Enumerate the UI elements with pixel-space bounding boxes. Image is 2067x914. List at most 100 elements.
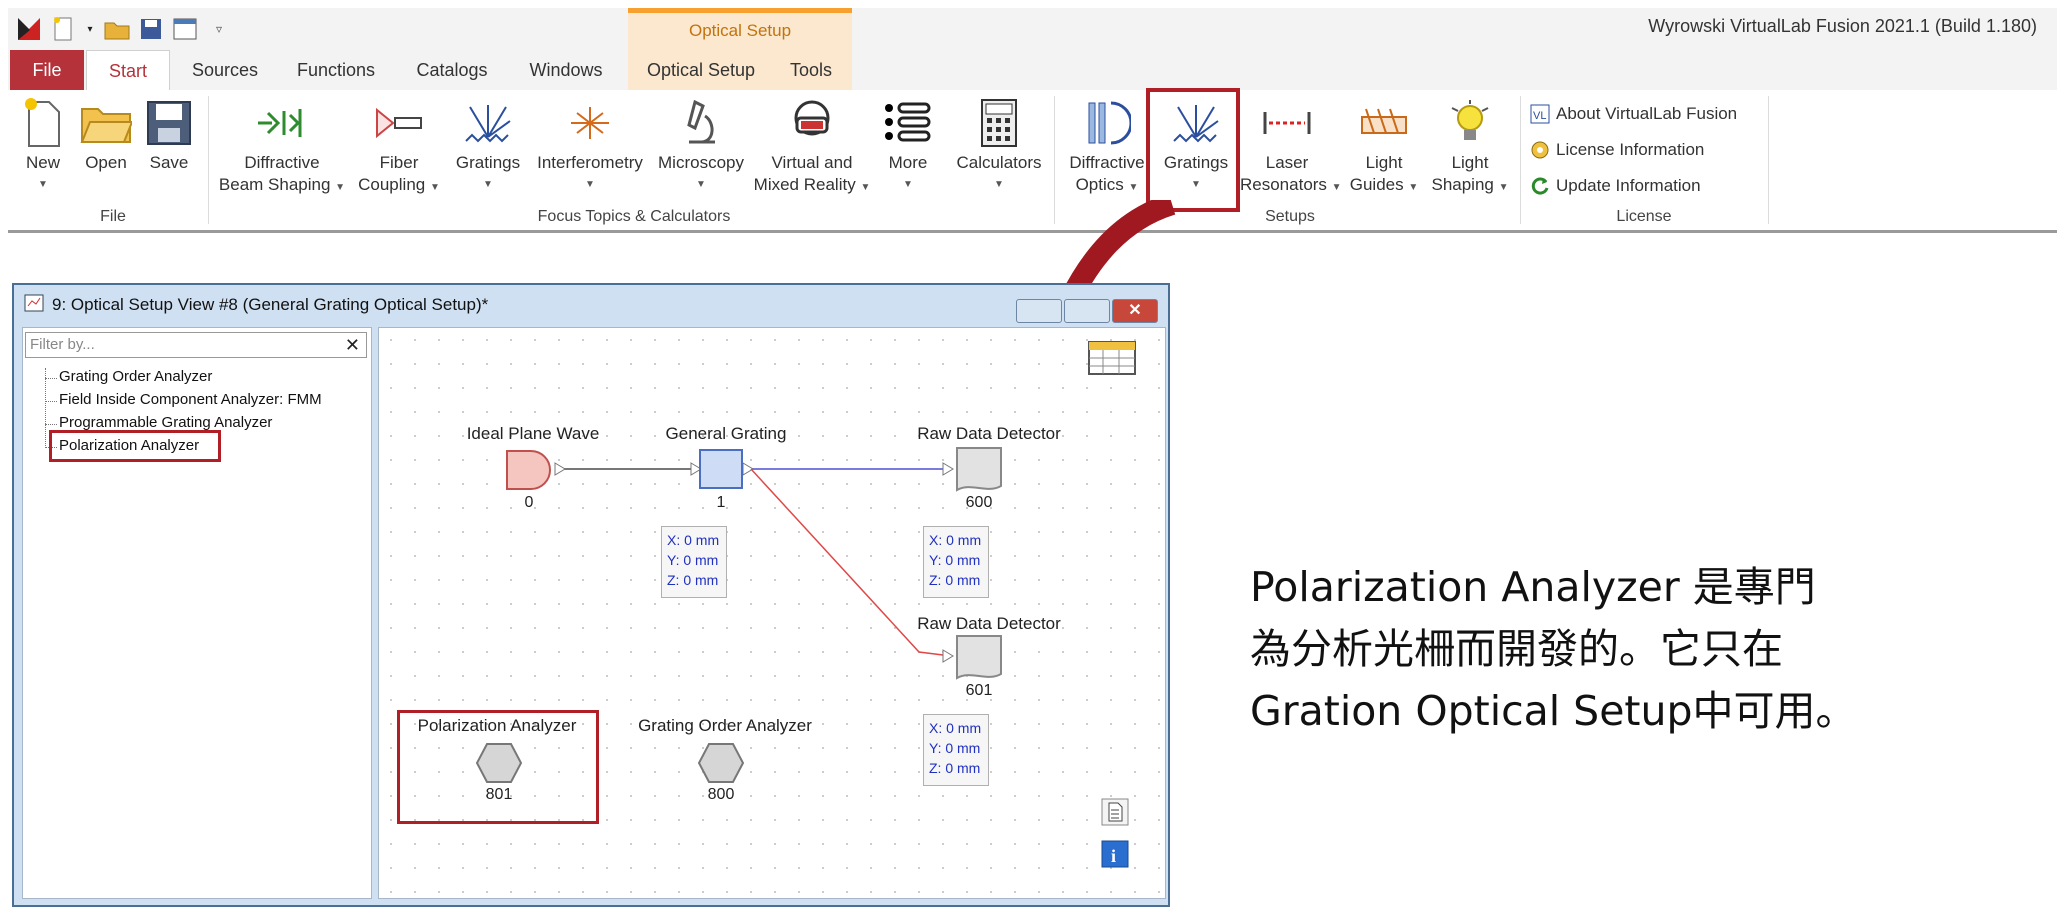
- polarization-analyzer-icon[interactable]: [475, 742, 523, 784]
- save-button[interactable]: Save: [142, 94, 196, 174]
- open-button[interactable]: Open: [76, 94, 136, 174]
- node-label-detector-600: Raw Data Detector: [917, 424, 1061, 443]
- raw-data-detector-icon[interactable]: [955, 634, 1005, 680]
- input-port: [942, 462, 954, 476]
- tab-windows[interactable]: Windows: [516, 50, 616, 90]
- tree-item-programmable-grating-analyzer[interactable]: Programmable Grating Analyzer: [59, 414, 272, 431]
- group-label-file: File: [100, 208, 126, 225]
- microscopy-button[interactable]: Microscopy ▼: [654, 94, 748, 196]
- open-folder-icon[interactable]: [104, 16, 130, 42]
- license-information-button[interactable]: License Information: [1530, 140, 1704, 160]
- minimize-button[interactable]: [1016, 299, 1062, 323]
- info-icon[interactable]: i: [1101, 840, 1129, 868]
- ribbon-tabs: File Start Sources Functions Catalogs Wi…: [8, 50, 2057, 92]
- new-button[interactable]: New ▼: [16, 94, 70, 196]
- node-id-source: 0: [524, 494, 534, 511]
- more-button[interactable]: More ▼: [876, 94, 940, 196]
- node-id-detector-600: 600: [965, 494, 993, 511]
- polarization-tree-highlight: [49, 430, 221, 462]
- detector-601-position-box: X: 0 mm Y: 0 mm Z: 0 mm: [923, 714, 989, 786]
- light-shaping-button[interactable]: Light Shaping ▼: [1426, 94, 1514, 199]
- chevron-down-icon: ▼: [335, 182, 346, 193]
- tree-item-field-inside-component-analyzer[interactable]: Field Inside Component Analyzer: FMM: [59, 391, 322, 408]
- close-button[interactable]: ✕: [1112, 299, 1158, 323]
- analyzer-tree-panel: Filter by... ✕ Grating Order Analyzer Fi…: [22, 327, 372, 899]
- detector-600-position-box: X: 0 mm Y: 0 mm Z: 0 mm: [923, 526, 989, 598]
- about-button[interactable]: VL About VirtualLab Fusion: [1530, 104, 1737, 124]
- grating-order-analyzer-icon[interactable]: [697, 742, 745, 784]
- explanation-note: Polarization Analyzer 是專門 為分析光柵而開發的。它只在 …: [1250, 563, 1857, 735]
- chevron-down-icon: ▼: [903, 179, 913, 190]
- light-bulb-icon: [1451, 100, 1489, 140]
- list-icon: [885, 102, 931, 142]
- tree-connector: [45, 401, 57, 402]
- node-id-polarization-analyzer: 801: [485, 786, 513, 803]
- tree-connector: [45, 424, 57, 425]
- chevron-down-icon: ▼: [1408, 182, 1419, 193]
- setup-canvas[interactable]: Ideal Plane Wave 0 General Grating 1 X: …: [378, 327, 1166, 899]
- node-label-grating-order-analyzer: Grating Order Analyzer: [638, 716, 812, 735]
- group-label-focus: Focus Topics & Calculators: [537, 208, 731, 225]
- table-view-icon[interactable]: [1087, 338, 1137, 378]
- window-icon[interactable]: [172, 16, 198, 42]
- filter-input[interactable]: Filter by... ✕: [25, 332, 367, 358]
- save-disk-icon: [147, 101, 191, 145]
- gratings-icon: [465, 105, 511, 143]
- interferometry-icon: [571, 107, 609, 139]
- light-guides-button[interactable]: Light Guides ▼: [1340, 94, 1428, 199]
- beam-shaping-icon: [258, 109, 302, 137]
- customize-toolbar-icon[interactable]: ▿: [206, 16, 232, 42]
- tab-functions[interactable]: Functions: [283, 50, 389, 90]
- update-icon: [1531, 177, 1549, 195]
- clear-filter-icon[interactable]: ✕: [345, 333, 360, 357]
- light-guide-icon: [1361, 108, 1407, 134]
- virtual-mixed-reality-button[interactable]: Virtual and Mixed Reality ▼: [750, 94, 874, 199]
- tree-item-grating-order-analyzer[interactable]: Grating Order Analyzer: [59, 368, 212, 385]
- chevron-down-icon: ▼: [38, 179, 48, 190]
- calculators-button[interactable]: Calculators ▼: [948, 94, 1050, 196]
- interferometry-button[interactable]: Interferometry ▼: [530, 94, 650, 196]
- chevron-down-icon: ▼: [1498, 182, 1509, 193]
- tree-connector: [45, 378, 57, 379]
- node-id-detector-601: 601: [965, 682, 993, 699]
- laser-resonators-button[interactable]: Laser Resonators ▼: [1240, 94, 1342, 199]
- diffractive-optics-icon: [1088, 101, 1131, 145]
- plane-wave-source-icon[interactable]: [505, 449, 555, 491]
- microscope-icon: [687, 99, 715, 144]
- tab-optical-setup[interactable]: Optical Setup: [636, 50, 766, 90]
- tab-catalogs[interactable]: Catalogs: [404, 50, 500, 90]
- node-id-grating: 1: [716, 494, 726, 511]
- close-icon: ✕: [1128, 302, 1142, 319]
- chevron-down-icon[interactable]: ▾: [84, 16, 96, 42]
- chevron-down-icon: ▼: [483, 179, 493, 190]
- window-title: 9: Optical Setup View #8 (General Gratin…: [52, 295, 489, 314]
- new-file-icon: [25, 98, 60, 147]
- grating-position-box: X: 0 mm Y: 0 mm Z: 0 mm: [661, 526, 727, 598]
- tab-start[interactable]: Start: [86, 50, 170, 92]
- diffractive-beam-shaping-button[interactable]: Diffractive Beam Shaping ▼: [214, 94, 350, 199]
- context-tab-header: Optical Setup: [628, 8, 852, 50]
- tab-file[interactable]: File: [10, 50, 84, 90]
- maximize-button[interactable]: [1064, 299, 1110, 323]
- chevron-down-icon: ▼: [429, 182, 440, 193]
- node-label-grating: General Grating: [665, 424, 787, 443]
- about-icon: VL: [1530, 104, 1550, 124]
- new-document-icon[interactable]: [50, 16, 76, 42]
- fiber-coupling-button[interactable]: Fiber Coupling ▼: [354, 94, 444, 199]
- laser-resonator-icon: [1263, 112, 1311, 134]
- gratings-focus-button[interactable]: Gratings ▼: [448, 94, 528, 196]
- grating-component[interactable]: [699, 449, 743, 489]
- group-label-license: License: [1616, 208, 1672, 225]
- document-icon[interactable]: [1101, 798, 1129, 826]
- raw-data-detector-icon[interactable]: [955, 446, 1005, 492]
- save-disk-icon[interactable]: [138, 16, 164, 42]
- input-port: [942, 649, 954, 663]
- chevron-down-icon: ▼: [585, 179, 595, 190]
- update-information-button[interactable]: Update Information: [1530, 176, 1701, 196]
- app-logo-icon[interactable]: [16, 16, 42, 42]
- tab-sources[interactable]: Sources: [180, 50, 270, 90]
- diffractive-optics-button[interactable]: Diffractive Optics ▼: [1060, 94, 1154, 199]
- setup-view-icon: [24, 294, 44, 317]
- tab-tools[interactable]: Tools: [778, 50, 844, 90]
- window-title-bar: 9: Optical Setup View #8 (General Gratin…: [14, 285, 1168, 325]
